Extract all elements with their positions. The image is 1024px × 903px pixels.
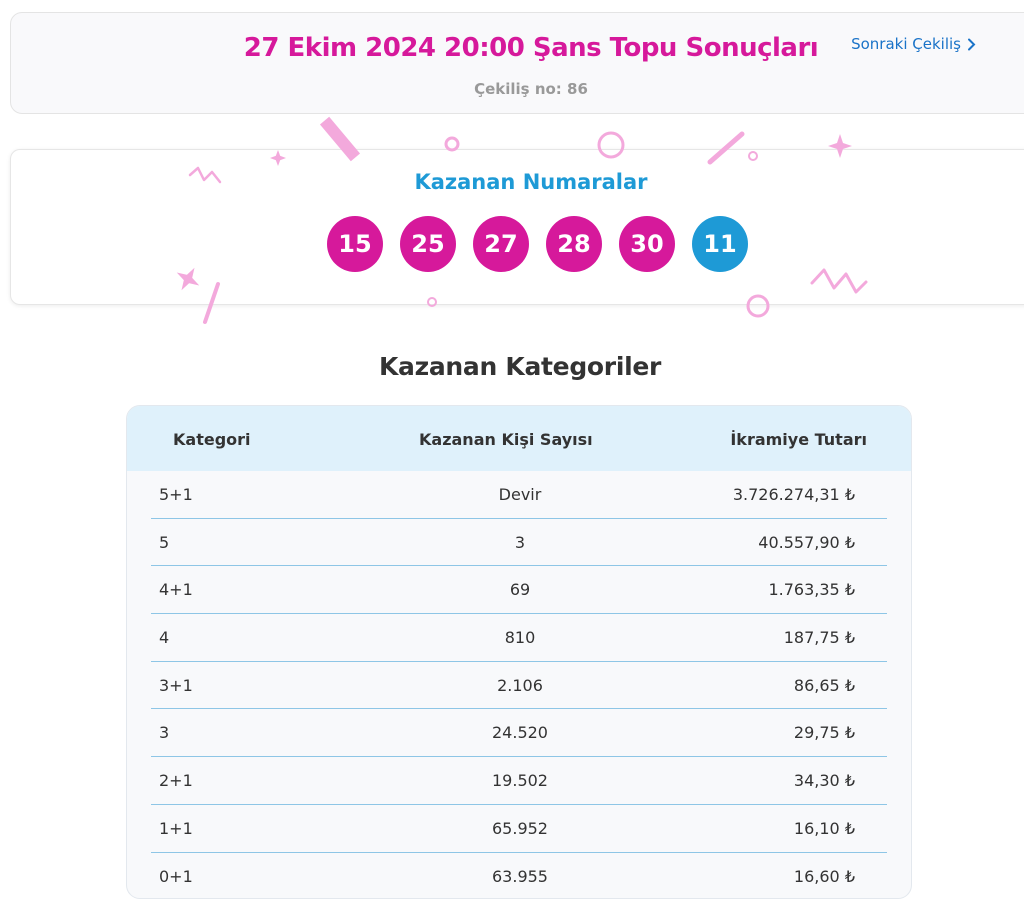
- cell-winners: 24.520: [492, 723, 548, 743]
- draw-number: Çekiliş no: 86: [474, 80, 588, 98]
- number-ball: 25: [400, 216, 456, 272]
- cell-winners: 810: [504, 628, 536, 648]
- cell-winners: 2.106: [497, 675, 543, 695]
- cell-prize: 16,60 ₺: [793, 866, 855, 886]
- number-ball: 27: [473, 216, 529, 272]
- cell-prize: 29,75 ₺: [793, 723, 855, 743]
- header-winners: Kazanan Kişi Sayısı: [419, 430, 593, 449]
- table-row: 2+1 19.502 34,30 ₺: [151, 757, 887, 805]
- table-row: 1+1 65.952 16,10 ₺: [151, 805, 887, 853]
- winning-numbers-card: Kazanan Numaralar 15 25 27 28 30 11: [10, 149, 1024, 305]
- table-row: 3 24.520 29,75 ₺: [151, 709, 887, 758]
- winning-numbers-title: Kazanan Numaralar: [414, 170, 648, 194]
- draw-header-card: 27 Ekim 2024 20:00 Şans Topu Sonuçları Ç…: [10, 12, 1024, 114]
- header-prize: İkramiye Tutarı: [730, 430, 867, 449]
- number-ball: 28: [546, 216, 602, 272]
- categories-table: Kategori Kazanan Kişi Sayısı İkramiye Tu…: [126, 405, 912, 899]
- number-ball: 15: [327, 216, 383, 272]
- next-draw-link[interactable]: Sonraki Çekiliş: [851, 35, 976, 53]
- plus-number-ball: 11: [692, 216, 748, 272]
- cell-prize: 187,75 ₺: [783, 628, 855, 648]
- table-row: 3+1 2.106 86,65 ₺: [151, 662, 887, 710]
- cell-winners: 63.955: [492, 866, 548, 886]
- header-category: Kategori: [173, 430, 251, 449]
- table-body: 5+1 Devir 3.726.274,31 ₺ 5 3 40.557,90 ₺…: [151, 471, 887, 899]
- cell-winners: 19.502: [492, 771, 548, 791]
- cell-winners: 65.952: [492, 818, 548, 838]
- cell-prize: 3.726.274,31 ₺: [732, 485, 855, 504]
- cell-prize: 1.763,35 ₺: [768, 580, 855, 600]
- cell-prize: 40.557,90 ₺: [758, 532, 855, 552]
- number-ball: 30: [619, 216, 675, 272]
- table-row: 4+1 69 1.763,35 ₺: [151, 566, 887, 615]
- table-header: Kategori Kazanan Kişi Sayısı İkramiye Tu…: [127, 406, 911, 471]
- table-row: 5 3 40.557,90 ₺: [151, 519, 887, 567]
- cell-prize: 86,65 ₺: [793, 675, 855, 695]
- chevron-right-icon: [968, 38, 976, 50]
- cell-prize: 16,10 ₺: [793, 818, 855, 838]
- table-row: 0+1 63.955 16,60 ₺: [151, 853, 887, 899]
- table-row: 5+1 Devir 3.726.274,31 ₺: [151, 471, 887, 519]
- next-draw-label: Sonraki Çekiliş: [851, 35, 961, 53]
- number-balls: 15 25 27 28 30 11: [327, 216, 748, 272]
- categories-title: Kazanan Kategoriler: [378, 352, 662, 381]
- cell-prize: 34,30 ₺: [793, 771, 855, 791]
- table-row: 4 810 187,75 ₺: [151, 614, 887, 662]
